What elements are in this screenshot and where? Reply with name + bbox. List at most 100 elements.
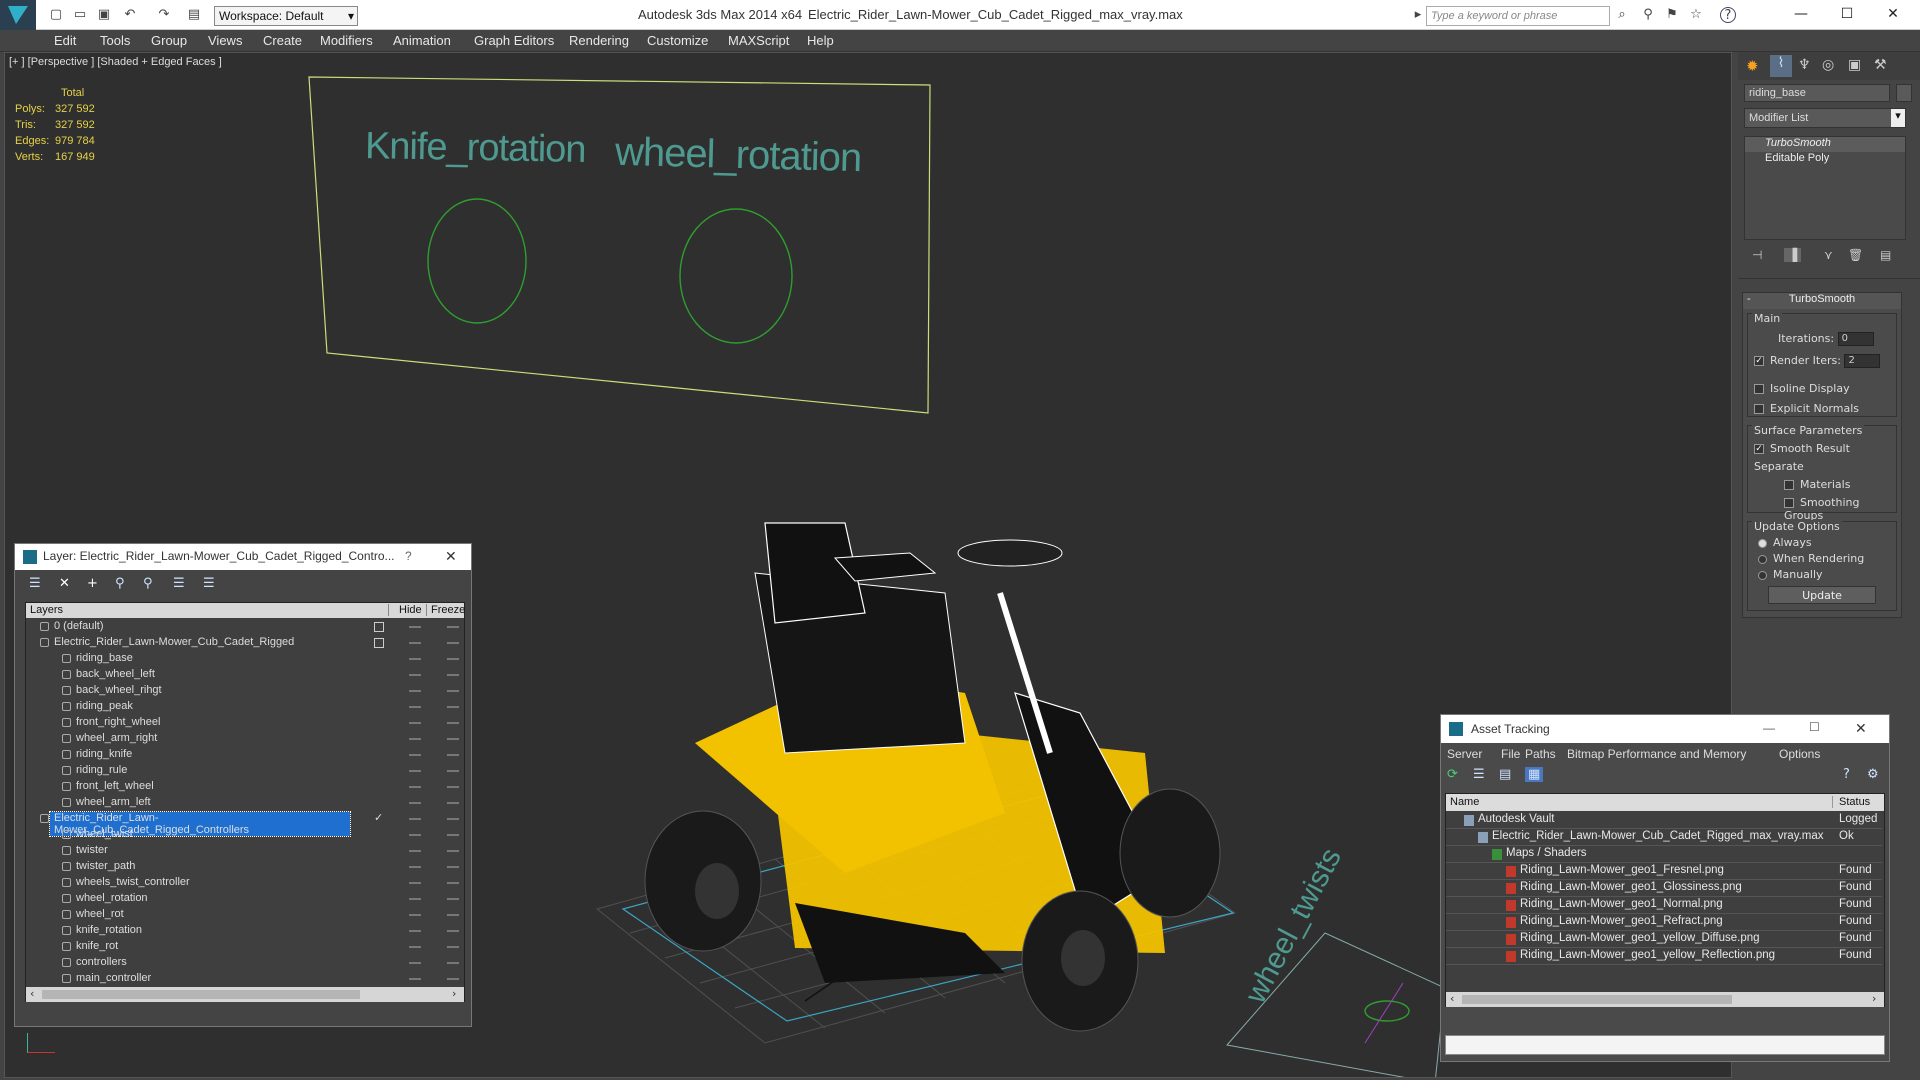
hide-toggle[interactable] bbox=[409, 930, 421, 932]
hide-toggle[interactable] bbox=[409, 946, 421, 948]
freeze-toggle[interactable] bbox=[447, 658, 459, 660]
asset-menu-file[interactable]: File bbox=[1501, 747, 1520, 761]
asset-row[interactable]: Maps / Shaders bbox=[1446, 846, 1882, 863]
hide-toggle[interactable] bbox=[409, 626, 421, 628]
search-input[interactable]: Type a keyword or phrase bbox=[1426, 6, 1610, 26]
freeze-toggle[interactable] bbox=[447, 866, 459, 868]
object-name-field[interactable]: riding_base bbox=[1744, 84, 1890, 102]
asset-window-titlebar[interactable]: Asset Tracking — ☐ ✕ bbox=[1441, 715, 1889, 743]
menu-rendering[interactable]: Rendering bbox=[569, 33, 629, 48]
layer-object-row[interactable]: knife_rot bbox=[26, 939, 464, 955]
hide-toggle[interactable] bbox=[409, 898, 421, 900]
object-color-swatch[interactable] bbox=[1896, 84, 1912, 102]
freeze-toggle[interactable] bbox=[447, 802, 459, 804]
menu-edit[interactable]: Edit bbox=[54, 33, 76, 48]
horizontal-scrollbar[interactable]: ‹ › bbox=[26, 987, 464, 1002]
stack-item-turbosmooth[interactable]: TurboSmooth bbox=[1745, 137, 1905, 152]
hide-toggle[interactable] bbox=[409, 850, 421, 852]
freeze-toggle[interactable] bbox=[447, 722, 459, 724]
scroll-thumb[interactable] bbox=[1462, 995, 1732, 1004]
layer-object-row[interactable]: back_wheel_rihgt bbox=[26, 683, 464, 699]
maximize-button[interactable]: ☐ bbox=[1809, 720, 1820, 734]
maximize-button[interactable]: ☐ bbox=[1824, 2, 1870, 26]
binoculars-icon[interactable]: ⌕ bbox=[1614, 7, 1630, 23]
configure-sets-icon[interactable]: ▤ bbox=[1880, 248, 1891, 262]
add-to-layer-icon[interactable]: + bbox=[87, 576, 98, 591]
hide-toggle[interactable] bbox=[409, 914, 421, 916]
asset-row[interactable]: Riding_Lawn-Mower_geo1_Fresnel.png Found bbox=[1446, 863, 1882, 880]
asset-menu-bitmap[interactable]: Bitmap Performance and Memory bbox=[1567, 747, 1746, 761]
create-tab-icon[interactable]: ✹ bbox=[1746, 57, 1759, 75]
show-end-result-icon[interactable]: ▐ bbox=[1784, 248, 1802, 262]
hide-toggle[interactable] bbox=[409, 786, 421, 788]
freeze-toggle[interactable] bbox=[447, 674, 459, 676]
asset-row[interactable]: Autodesk Vault Logged bbox=[1446, 812, 1882, 829]
render-iters-checkbox[interactable]: ✓ bbox=[1754, 356, 1764, 366]
hide-toggle[interactable] bbox=[409, 674, 421, 676]
freeze-toggle[interactable] bbox=[447, 850, 459, 852]
asset-row[interactable]: Riding_Lawn-Mower_geo1_Refract.png Found bbox=[1446, 914, 1882, 931]
menu-help[interactable]: Help bbox=[807, 33, 834, 48]
always-radio[interactable] bbox=[1758, 538, 1767, 548]
asset-row[interactable]: Riding_Lawn-Mower_geo1_Glossiness.png Fou… bbox=[1446, 880, 1882, 897]
layer-row[interactable]: Electric_Rider_Lawn-Mower_Cub_Cadet_Rigg… bbox=[26, 811, 464, 837]
freeze-toggle[interactable] bbox=[447, 626, 459, 628]
layer-object-row[interactable]: wheel_arm_right bbox=[26, 731, 464, 747]
layer-object-row[interactable]: riding_rule bbox=[26, 763, 464, 779]
hide-toggle[interactable] bbox=[409, 706, 421, 708]
freeze-toggle[interactable] bbox=[447, 690, 459, 692]
new-file-icon[interactable]: ▢ bbox=[48, 7, 64, 23]
layer-row[interactable]: Electric_Rider_Lawn-Mower_Cub_Cadet_Rigg… bbox=[26, 635, 464, 651]
vault-help-icon[interactable]: ? bbox=[1843, 767, 1850, 782]
layer-object-row[interactable]: controllers bbox=[26, 955, 464, 971]
modify-tab-icon[interactable]: ⌇ bbox=[1770, 55, 1792, 77]
project-folder-icon[interactable]: ▤ bbox=[186, 7, 202, 23]
minimize-button[interactable]: — bbox=[1763, 721, 1775, 735]
layer-object-row[interactable]: knife_rotation bbox=[26, 923, 464, 939]
cart-icon[interactable]: ⚑ bbox=[1664, 7, 1680, 23]
hide-toggle[interactable] bbox=[409, 962, 421, 964]
col-freeze[interactable]: Freeze bbox=[426, 604, 465, 616]
rollout-header[interactable]: TurboSmooth - bbox=[1743, 293, 1901, 309]
current-layer-check-icon[interactable]: ✓ bbox=[374, 811, 383, 824]
layer-object-row[interactable]: front_right_wheel bbox=[26, 715, 464, 731]
utilities-tab-icon[interactable]: ⚒ bbox=[1874, 57, 1887, 73]
render-iters-spinner[interactable]: 2 bbox=[1844, 354, 1881, 368]
close-button[interactable]: ✕ bbox=[1870, 2, 1916, 26]
layer-object-row[interactable]: riding_knife bbox=[26, 747, 464, 763]
hide-toggle[interactable] bbox=[409, 770, 421, 772]
remove-modifier-icon[interactable]: 🗑 bbox=[1848, 248, 1863, 262]
list-view-icon[interactable]: ☰ bbox=[1473, 767, 1485, 782]
col-name[interactable]: Name bbox=[1450, 796, 1479, 808]
stack-item-editable-poly[interactable]: Editable Poly bbox=[1745, 152, 1905, 167]
smoothing-groups-checkbox[interactable] bbox=[1784, 498, 1794, 508]
asset-row[interactable]: Riding_Lawn-Mower_geo1_Normal.png Found bbox=[1446, 897, 1882, 914]
hide-toggle[interactable] bbox=[409, 754, 421, 756]
delete-layer-icon[interactable]: ✕ bbox=[59, 576, 70, 591]
hide-checkbox[interactable] bbox=[374, 622, 384, 632]
help-icon[interactable]: ? bbox=[405, 549, 412, 563]
hide-toggle[interactable] bbox=[409, 658, 421, 660]
menu-create[interactable]: Create bbox=[263, 33, 302, 48]
layer-object-row[interactable]: riding_peak bbox=[26, 699, 464, 715]
highlight-layer-icon[interactable]: ⚲ bbox=[143, 576, 153, 591]
smooth-result-checkbox[interactable]: ✓ bbox=[1754, 444, 1764, 454]
menu-tools[interactable]: Tools bbox=[100, 33, 130, 48]
hide-toggle[interactable] bbox=[409, 738, 421, 740]
freeze-toggle[interactable] bbox=[447, 738, 459, 740]
select-objects-icon[interactable]: ⚲ bbox=[115, 576, 125, 591]
col-layers[interactable]: Layers bbox=[30, 604, 63, 616]
layer-object-row[interactable]: back_wheel_left bbox=[26, 667, 464, 683]
isoline-checkbox[interactable] bbox=[1754, 384, 1764, 394]
minimize-button[interactable]: — bbox=[1778, 2, 1824, 26]
hide-toggle[interactable] bbox=[409, 642, 421, 644]
pin-stack-icon[interactable]: ⊣ bbox=[1752, 248, 1762, 262]
close-icon[interactable]: ✕ bbox=[445, 548, 457, 565]
asset-menu-options[interactable]: Options bbox=[1779, 747, 1820, 761]
hide-toggle[interactable] bbox=[409, 690, 421, 692]
hide-toggle[interactable] bbox=[409, 834, 421, 836]
menu-customize[interactable]: Customize bbox=[647, 33, 708, 48]
help-icon[interactable]: ? bbox=[1720, 7, 1736, 23]
freeze-toggle[interactable] bbox=[447, 754, 459, 756]
create-layer-icon[interactable]: ☰ bbox=[29, 576, 41, 591]
